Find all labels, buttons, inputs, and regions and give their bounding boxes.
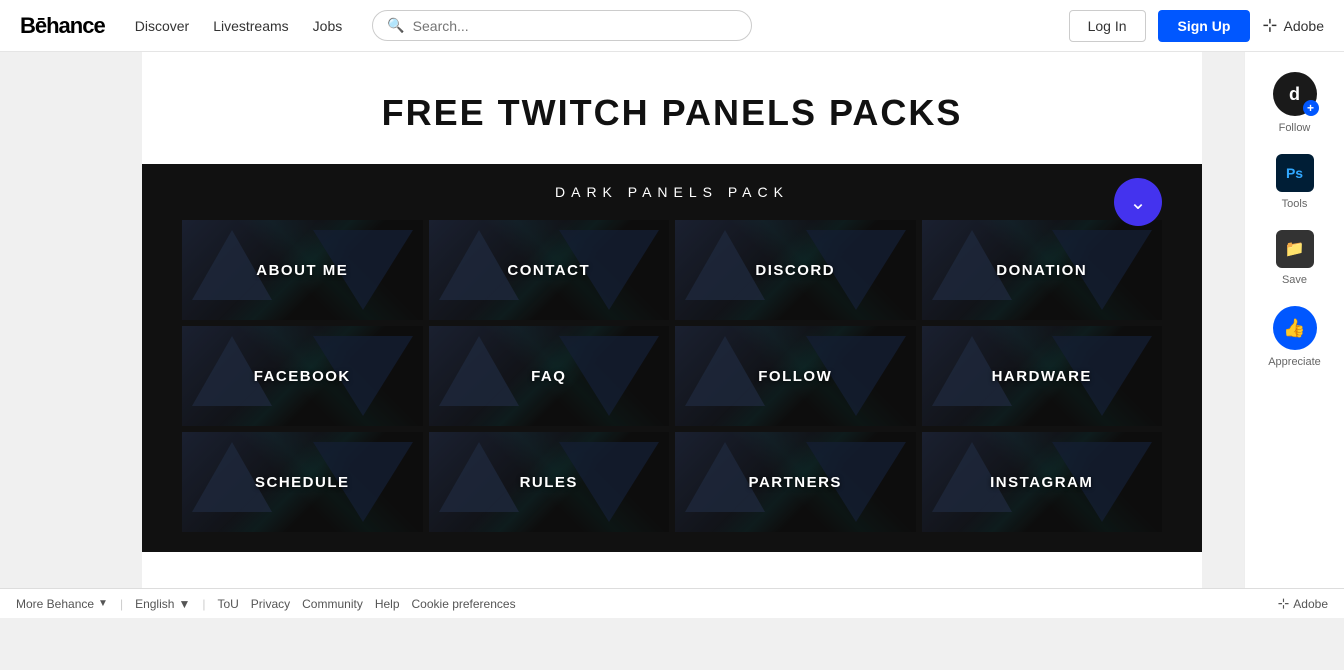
panel-label-about-me: ABOUT ME — [256, 262, 348, 279]
thumbs-up-icon: 👍 — [1283, 318, 1305, 339]
panel-rules[interactable]: RULES — [429, 432, 670, 532]
panel-discord[interactable]: DISCORD — [675, 220, 916, 320]
search-bar: 🔍 — [372, 10, 752, 41]
adobe-logo-nav: ⊹ Adobe — [1262, 15, 1324, 36]
ps-text: Ps — [1286, 165, 1303, 181]
panel-schedule[interactable]: SCHEDULE — [182, 432, 423, 532]
ps-tool-icon: Ps — [1276, 154, 1314, 192]
language-dropdown-icon: ▼ — [178, 597, 190, 611]
footer-adobe: ⊹ Adobe — [1278, 595, 1328, 612]
folder-icon: 📁 — [1285, 239, 1305, 259]
panel-label-follow: FOLLOW — [758, 368, 832, 385]
navbar: Bēhance Discover Livestreams Jobs 🔍 Log … — [0, 0, 1344, 52]
navbar-right: Log In Sign Up ﻿⊹ Adobe — [1069, 10, 1324, 42]
appreciate-button[interactable]: 👍 — [1273, 306, 1317, 350]
content-wrapper: FREE TWITCH PANELS PACKS ⌄ DARK PANELS P… — [142, 52, 1202, 588]
search-input[interactable] — [413, 18, 738, 34]
search-icon: 🔍 — [387, 17, 404, 34]
footer-left: More Behance ▼ — [16, 597, 108, 611]
sidebar-appreciate-section: 👍 Appreciate — [1268, 306, 1321, 368]
panel-label-discord: DISCORD — [755, 262, 835, 279]
nav-jobs[interactable]: Jobs — [313, 18, 343, 34]
project-title: FREE TWITCH PANELS PACKS — [382, 92, 963, 134]
nav-livestreams[interactable]: Livestreams — [213, 18, 288, 34]
panel-label-partners: PARTNERS — [749, 474, 842, 491]
footer-divider-2: | — [202, 597, 205, 611]
nav-links: Discover Livestreams Jobs — [135, 18, 343, 34]
panel-facebook[interactable]: FACEBOOK — [182, 326, 423, 426]
panel-label-rules: RULES — [520, 474, 578, 491]
dark-panel-area: ⌄ DARK PANELS PACK ABOUT ME CONTACT — [142, 164, 1202, 552]
footer-cookie-link[interactable]: Cookie preferences — [412, 597, 516, 611]
more-behance-link[interactable]: More Behance — [16, 597, 94, 611]
footer-divider-1: | — [120, 597, 123, 611]
panel-label-contact: CONTACT — [507, 262, 590, 279]
avatar-plus-icon: + — [1303, 100, 1319, 116]
footer: More Behance ▼ | English ▼ | ToU Privacy… — [0, 588, 1344, 618]
panel-label-schedule: SCHEDULE — [255, 474, 350, 491]
tools-label: Tools — [1282, 198, 1308, 210]
chevron-button[interactable]: ⌄ — [1114, 178, 1162, 226]
adobe-label: Adobe — [1284, 18, 1324, 34]
right-sidebar: d + Follow Ps Tools 📁 Save 👍 Appreciate — [1244, 52, 1344, 588]
signup-button[interactable]: Sign Up — [1158, 10, 1251, 42]
panel-instagram[interactable]: INSTAGRAM — [922, 432, 1163, 532]
more-behance-dropdown-icon[interactable]: ▼ — [98, 598, 108, 609]
login-button[interactable]: Log In — [1069, 10, 1146, 42]
behance-logo[interactable]: Bēhance — [20, 13, 105, 39]
main-content: FREE TWITCH PANELS PACKS ⌄ DARK PANELS P… — [0, 52, 1344, 588]
panel-label-hardware: HARDWARE — [992, 368, 1092, 385]
save-icon-box[interactable]: 📁 — [1276, 230, 1314, 268]
footer-tou-link[interactable]: ToU — [217, 597, 238, 611]
save-label: Save — [1282, 274, 1307, 286]
sidebar-save-section: 📁 Save — [1276, 230, 1314, 286]
footer-privacy-link[interactable]: Privacy — [251, 597, 290, 611]
panel-hardware[interactable]: HARDWARE — [922, 326, 1163, 426]
adobe-footer-icon: ⊹ — [1278, 595, 1290, 612]
panel-label-faq: FAQ — [531, 368, 566, 385]
panel-donation[interactable]: DONATION — [922, 220, 1163, 320]
avatar[interactable]: d + — [1273, 72, 1317, 116]
appreciate-label: Appreciate — [1268, 356, 1321, 368]
adobe-icon: ⊹ — [1262, 15, 1277, 36]
dark-pack-header: DARK PANELS PACK — [182, 184, 1162, 200]
panel-label-facebook: FACEBOOK — [254, 368, 351, 385]
panels-grid: ABOUT ME CONTACT DISCORD — [182, 220, 1162, 532]
panel-label-instagram: INSTAGRAM — [990, 474, 1093, 491]
panel-contact[interactable]: CONTACT — [429, 220, 670, 320]
panel-label-donation: DONATION — [996, 262, 1087, 279]
footer-help-link[interactable]: Help — [375, 597, 400, 611]
chevron-down-icon: ⌄ — [1130, 190, 1147, 215]
panel-about-me[interactable]: ABOUT ME — [182, 220, 423, 320]
footer-links: ToU Privacy Community Help Cookie prefer… — [217, 597, 515, 611]
sidebar-tools-section: Ps Tools — [1276, 154, 1314, 210]
nav-discover[interactable]: Discover — [135, 18, 189, 34]
avatar-letter: d — [1289, 84, 1300, 105]
sidebar-follow-section: d + Follow — [1273, 72, 1317, 134]
panel-partners[interactable]: PARTNERS — [675, 432, 916, 532]
language-selector[interactable]: English ▼ — [135, 597, 190, 611]
language-label: English — [135, 597, 174, 611]
follow-label[interactable]: Follow — [1279, 122, 1311, 134]
panel-faq[interactable]: FAQ — [429, 326, 670, 426]
panel-follow[interactable]: FOLLOW — [675, 326, 916, 426]
footer-adobe-label: Adobe — [1293, 597, 1328, 611]
footer-community-link[interactable]: Community — [302, 597, 363, 611]
